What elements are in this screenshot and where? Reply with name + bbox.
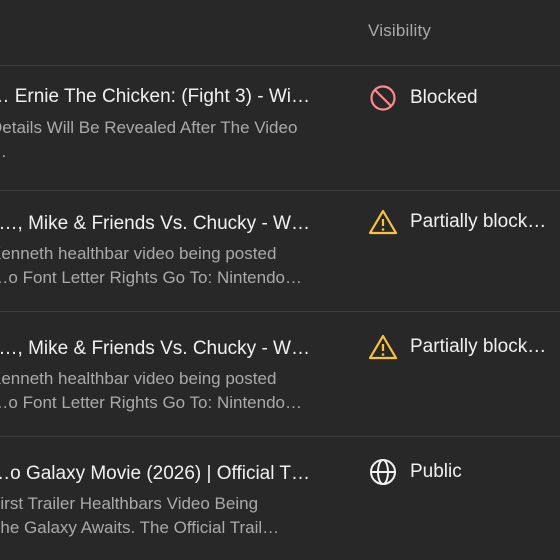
content-visibility-list: Visibility Vs. Ernie The Chicken: (Fight… [0,0,560,560]
visibility-column-header[interactable]: Visibility [368,21,431,41]
visibility-cell[interactable]: Public [368,457,462,487]
video-title[interactable]: Mario Galaxy Movie (2026) | Official T… [0,463,310,485]
video-row[interactable]: Mario Galaxy Movie (2026) | Official T… … [0,437,560,560]
visibility-cell[interactable]: Blocked [368,83,478,113]
video-description: Kenneth healthbar video being posted [0,369,277,388]
visibility-status: Blocked [410,87,478,108]
video-description-line-2: The Galaxy Awaits. The Official Trail… [0,518,280,537]
globe-icon [368,457,398,487]
visibility-cell[interactable]: Partially block… [368,207,546,237]
video-description: First Trailer Healthbars Video Being [0,494,259,513]
warning-icon [368,207,398,237]
visibility-cell[interactable]: Partially block… [368,332,546,362]
table-header: Visibility [0,0,560,66]
warning-icon [368,332,398,362]
video-row[interactable]: Vs. Ernie The Chicken: (Fight 3) - Wi… D… [0,66,560,191]
visibility-status: Partially block… [410,211,547,232]
visibility-status: Partially block… [410,336,547,357]
video-description: Details Will Be Revealed After The Video [0,118,298,137]
video-title[interactable]: Warren, Mike & Friends Vs. Chucky - W… [0,213,310,235]
blocked-icon [368,83,398,113]
video-row[interactable]: Warren, Mike & Friends Vs. Chucky - W… K… [0,312,560,437]
video-description-line-2: Mario Font Letter Rights Go To: Nintendo… [0,393,302,412]
video-description: Kenneth healthbar video being posted [0,244,277,263]
video-description-line-2: Mario Font Letter Rights Go To: Nintendo… [0,268,302,287]
visibility-status: Public [410,461,462,482]
video-title[interactable]: Vs. Ernie The Chicken: (Fight 3) - Wi… [0,86,310,108]
video-title[interactable]: Warren, Mike & Friends Vs. Chucky - W… [0,338,310,360]
video-row[interactable]: Warren, Mike & Friends Vs. Chucky - W… K… [0,187,560,312]
video-description-line-2: … [0,142,302,162]
